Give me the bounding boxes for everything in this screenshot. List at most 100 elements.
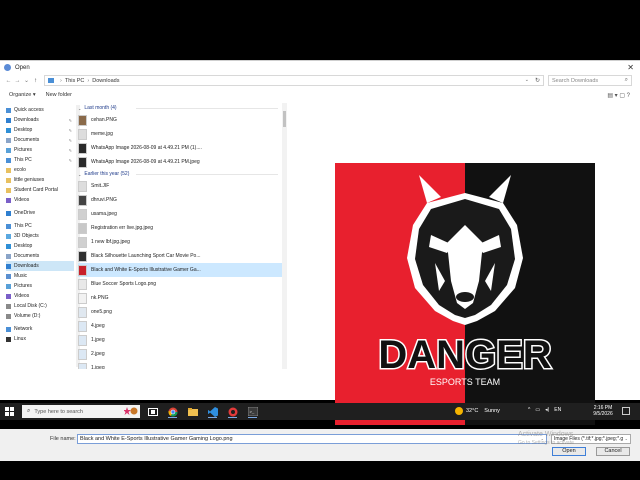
forward-arrow-icon[interactable]: → — [13, 76, 22, 86]
nav-item[interactable]: Quick access — [6, 105, 74, 115]
nav-item[interactable]: Documents — [6, 251, 74, 261]
file-thumbnail — [78, 128, 87, 140]
start-button[interactable] — [3, 405, 16, 418]
file-thumbnail — [78, 180, 87, 192]
chevron-down-icon[interactable]: ⌄ — [78, 106, 81, 111]
close-icon[interactable]: ✕ — [627, 63, 634, 72]
nav-item[interactable]: Local Disk (C:) — [6, 301, 74, 311]
group-header-label: Last month (4) — [84, 105, 117, 111]
chevron-down-icon[interactable]: ⌄ — [525, 77, 529, 83]
search-highlight-icon — [124, 407, 138, 415]
weather-widget[interactable]: 32°C Sunny — [455, 407, 500, 415]
file-item[interactable]: 4.jpeg — [78, 319, 282, 333]
nav-item[interactable]: OneDrive — [6, 208, 74, 218]
file-item[interactable]: one5.png — [78, 305, 282, 319]
nav-item[interactable]: Videos — [6, 195, 74, 205]
up-arrow-icon[interactable]: ↑ — [31, 76, 40, 86]
group-header[interactable]: ⌄ Last month (4) — [78, 103, 282, 113]
file-thumbnail — [78, 320, 87, 332]
nav-item[interactable]: Downloads ✎ — [6, 115, 74, 125]
file-item[interactable]: Black and White E-Sports Illustrative Ga… — [78, 263, 282, 277]
file-item[interactable]: 1 new lbf.jpg.jpeg — [78, 235, 282, 249]
file-list-scrollbar[interactable] — [282, 103, 287, 369]
scrollbar-thumb[interactable] — [283, 111, 286, 127]
new-folder-button[interactable]: New folder — [46, 92, 72, 98]
nav-item[interactable]: This PC ✎ — [6, 155, 74, 165]
file-explorer-icon[interactable] — [186, 405, 199, 418]
tray-overflow-icon[interactable]: ^ — [528, 407, 530, 413]
nav-item[interactable]: Student Card Portal — [6, 185, 74, 195]
chrome-icon[interactable] — [166, 405, 179, 418]
notifications-icon[interactable] — [622, 407, 630, 415]
network-icon — [6, 326, 11, 332]
cancel-button[interactable]: Cancel — [596, 447, 630, 456]
group-header[interactable]: ⌄ Earlier this year (52) — [78, 169, 282, 179]
organize-button[interactable]: Organize ▾ — [9, 92, 36, 98]
pc-icon — [48, 78, 54, 83]
terminal-icon[interactable]: >_ — [246, 405, 259, 418]
nav-item[interactable]: Videos — [6, 291, 74, 301]
open-file-dialog: Open ✕ ← → ⌄ ↑ › This PC › Downloads ⌄ ↻… — [0, 60, 640, 461]
file-item[interactable]: WhatsApp Image 2026-08-09 at 4.49.21 PM … — [78, 141, 282, 155]
nav-item[interactable]: Downloads — [6, 261, 74, 271]
open-button[interactable]: Open — [552, 447, 586, 456]
file-item[interactable]: Registration err live.jpg.jpeg — [78, 221, 282, 235]
back-arrow-icon[interactable]: ← — [4, 76, 13, 86]
file-item[interactable]: usama.jpeg — [78, 207, 282, 221]
file-item[interactable]: cehan.PNG — [78, 113, 282, 127]
file-thumbnail — [78, 250, 87, 262]
nav-item[interactable]: Desktop — [6, 241, 74, 251]
breadcrumb-downloads[interactable]: Downloads — [92, 78, 119, 84]
file-item[interactable]: 1.jpeg — [78, 361, 282, 369]
desktop-icon — [6, 243, 11, 249]
nav-item[interactable]: Linux — [6, 334, 74, 344]
file-item[interactable]: nk.PNG — [78, 291, 282, 305]
breadcrumb-this-pc[interactable]: This PC — [65, 78, 85, 84]
nav-item[interactable]: This PC — [6, 221, 74, 231]
nav-item[interactable]: Documents ✎ — [6, 135, 74, 145]
file-item[interactable]: 1.jpeg — [78, 333, 282, 347]
search-input[interactable]: Search Downloads ⌕ — [548, 75, 632, 86]
file-item[interactable]: WhatsApp Image 2026-08-09 at 4.49.21 PM.… — [78, 155, 282, 169]
battery-icon[interactable]: ▭ — [535, 407, 540, 413]
recent-locations-icon[interactable]: ⌄ — [22, 76, 31, 86]
file-item[interactable]: meme.jpg — [78, 127, 282, 141]
file-name: dhruvi.PNG — [91, 197, 117, 203]
file-name: nk.PNG — [91, 295, 109, 301]
nav-item[interactable]: ecolo — [6, 165, 74, 175]
clock-date: 9/5/2026 — [593, 411, 613, 417]
chevron-down-icon[interactable]: ⌄ — [625, 436, 628, 441]
language-indicator[interactable]: EN — [554, 407, 561, 413]
clock[interactable]: 2:16 PM 9/5/2026 — [591, 405, 615, 417]
nav-item[interactable]: Pictures — [6, 281, 74, 291]
nav-item[interactable]: Pictures ✎ — [6, 145, 74, 155]
file-item[interactable]: Blue Soccer Sports Logo.png — [78, 277, 282, 291]
nav-item[interactable]: little geniuses — [6, 175, 74, 185]
refresh-icon[interactable]: ↻ — [535, 77, 540, 84]
address-bar[interactable]: › This PC › Downloads ⌄ ↻ — [44, 75, 544, 86]
file-item[interactable]: Smit.JIF — [78, 179, 282, 193]
file-item[interactable]: dhruvi.PNG — [78, 193, 282, 207]
toolbar: Organize ▾ New folder ▤ ▾ ▢ ? — [0, 89, 640, 101]
view-options-icon[interactable]: ▤ ▾ ▢ ? — [607, 92, 630, 99]
file-item[interactable]: 2.jpeg — [78, 347, 282, 361]
nav-item-label: Documents — [14, 137, 40, 143]
nav-item[interactable]: Network — [6, 324, 74, 334]
task-view-icon[interactable] — [146, 405, 159, 418]
documents-icon — [6, 253, 11, 259]
nav-item[interactable]: Volume (D:) — [6, 311, 74, 321]
file-name: meme.jpg — [91, 131, 113, 137]
file-name: 1.jpeg — [91, 365, 105, 369]
nav-item[interactable]: Music — [6, 271, 74, 281]
chevron-down-icon[interactable]: ⌄ — [78, 172, 81, 177]
file-name: cehan.PNG — [91, 117, 117, 123]
volume-icon[interactable]: ◂) — [545, 407, 549, 413]
nav-item[interactable]: Desktop ✎ — [6, 125, 74, 135]
nav-item[interactable]: 3D Objects — [6, 231, 74, 241]
taskbar-search[interactable]: ⌕ Type here to search — [22, 405, 140, 418]
file-name-input[interactable]: Black and White E-Sports Illustrative Ga… — [77, 434, 547, 444]
videos-icon — [6, 197, 11, 203]
file-item[interactable]: Black Silhouette Launching Sport Car Mov… — [78, 249, 282, 263]
media-app-icon[interactable] — [226, 405, 239, 418]
vscode-icon[interactable] — [206, 405, 219, 418]
